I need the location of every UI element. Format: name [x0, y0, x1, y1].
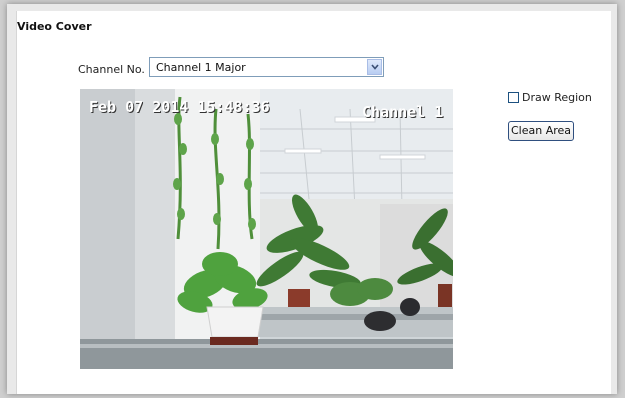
section-title: Video Cover	[17, 20, 92, 33]
draw-region-label: Draw Region	[522, 90, 592, 104]
video-channel-name: Channel 1	[362, 103, 444, 121]
video-frame-image	[80, 89, 453, 369]
video-preview[interactable]: Feb 07 2014 15:48:36 Channel 1	[80, 89, 453, 369]
channel-select[interactable]: Channel 1 Major	[149, 57, 384, 77]
channel-select-value: Channel 1 Major	[156, 61, 246, 74]
channel-label: Channel No.	[78, 63, 145, 76]
video-timestamp: Feb 07 2014 15:48:36	[89, 98, 270, 116]
draw-region-control[interactable]: Draw Region	[508, 90, 592, 104]
clean-area-button[interactable]: Clean Area	[508, 121, 574, 141]
channel-dropdown-button[interactable]	[367, 59, 382, 75]
draw-region-checkbox[interactable]	[508, 91, 519, 103]
chevron-down-icon	[371, 63, 379, 73]
